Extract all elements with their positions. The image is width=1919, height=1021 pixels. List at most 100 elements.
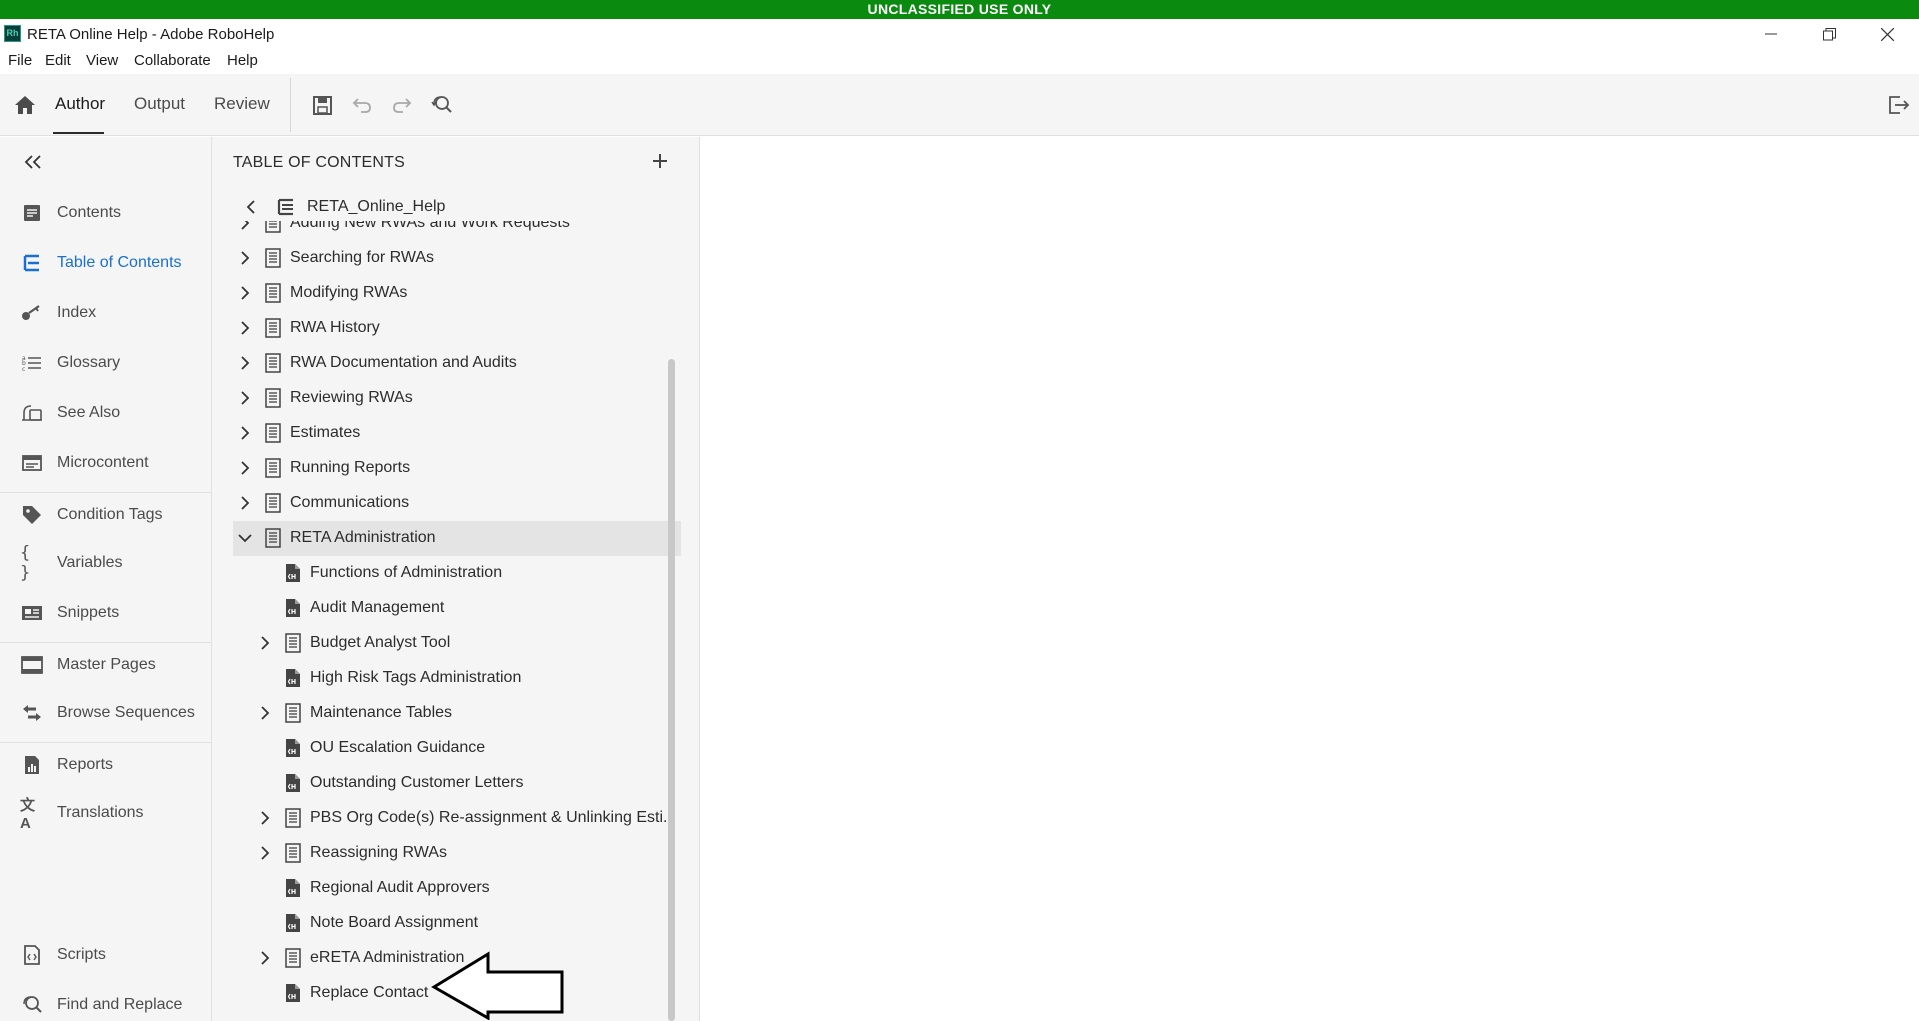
toc-root-label: RETA_Online_Help xyxy=(307,198,446,215)
nav-label: See Also xyxy=(57,404,121,421)
nav-divider xyxy=(0,492,211,493)
book-icon xyxy=(284,808,302,828)
toc-item-label: Replace Contact xyxy=(310,984,429,1001)
menu-collaborate[interactable]: Collaborate xyxy=(134,52,211,69)
exit-button[interactable] xyxy=(1886,92,1912,118)
chevron-right-icon[interactable] xyxy=(237,249,253,267)
nav-translations[interactable]: 文A Translations xyxy=(0,795,211,832)
toc-item[interactable]: Regional Audit Approvers xyxy=(233,871,681,906)
toc-item[interactable]: Running Reports xyxy=(233,451,681,486)
tab-author[interactable]: Author xyxy=(55,94,105,114)
nav-find-and-replace[interactable]: Find and Replace xyxy=(0,987,211,1021)
chevron-right-icon[interactable] xyxy=(237,424,253,442)
collapse-panel-button[interactable] xyxy=(20,150,46,174)
chevron-right-icon[interactable] xyxy=(237,354,253,372)
toc-item[interactable]: Budget Analyst Tool xyxy=(233,626,681,661)
toc-item[interactable]: PBS Org Code(s) Re-assignment & Unlinkin… xyxy=(233,801,681,836)
restore-button[interactable] xyxy=(1800,19,1858,49)
toc-item[interactable]: High Risk Tags Administration xyxy=(233,661,681,696)
microcontent-icon xyxy=(20,453,44,473)
translate-icon: 文A xyxy=(20,797,36,832)
toc-item[interactable]: Modifying RWAs xyxy=(233,276,681,311)
chevron-right-icon[interactable] xyxy=(257,704,273,722)
menu-file[interactable]: File xyxy=(8,52,32,69)
nav-scripts[interactable]: Scripts xyxy=(0,937,211,973)
toc-root-row[interactable]: RETA_Online_Help xyxy=(233,193,663,221)
nav-label: Master Pages xyxy=(57,656,156,673)
toc-item[interactable]: Audit Management xyxy=(233,591,681,626)
book-icon xyxy=(264,248,282,268)
toc-item-label: High Risk Tags Administration xyxy=(310,669,522,686)
toc-item[interactable]: Reviewing RWAs xyxy=(233,381,681,416)
nav-microcontent[interactable]: Microcontent xyxy=(0,445,211,481)
nav-label: Table of Contents xyxy=(57,254,182,271)
find-replace-button[interactable] xyxy=(429,92,455,118)
robohelp-app-icon: Rh xyxy=(4,25,21,42)
redo-button[interactable] xyxy=(389,92,415,118)
nav-see-also[interactable]: See Also xyxy=(0,395,211,431)
nav-variables[interactable]: { } Variables xyxy=(0,543,211,583)
undo-button[interactable] xyxy=(349,92,375,118)
menu-edit[interactable]: Edit xyxy=(45,52,71,69)
toc-item[interactable]: RETA Administration xyxy=(233,521,681,556)
nav-label: Browse Sequences xyxy=(57,704,195,721)
nav-index[interactable]: Index xyxy=(0,295,211,331)
topic-icon xyxy=(284,563,302,583)
toc-item[interactable]: Adding New RWAs and Work Requests xyxy=(233,221,681,241)
menu-view[interactable]: View xyxy=(86,52,118,69)
toc-item-label: Audit Management xyxy=(310,599,445,616)
nav-table-of-contents[interactable]: Table of Contents xyxy=(0,245,211,281)
toc-item[interactable]: Functions of Administration xyxy=(233,556,681,591)
nav-reports[interactable]: Reports xyxy=(0,747,211,783)
chevron-right-icon[interactable] xyxy=(257,949,273,967)
toc-item[interactable]: OU Escalation Guidance xyxy=(233,731,681,766)
chevron-right-icon[interactable] xyxy=(237,221,253,232)
chevron-right-icon[interactable] xyxy=(237,494,253,512)
toc-item[interactable]: Communications xyxy=(233,486,681,521)
toc-item[interactable]: Note Board Assignment xyxy=(233,906,681,941)
chevron-right-icon[interactable] xyxy=(257,809,273,827)
menu-help[interactable]: Help xyxy=(227,52,258,69)
tab-output[interactable]: Output xyxy=(134,94,185,114)
nav-master-pages[interactable]: Master Pages xyxy=(0,647,211,683)
toc-item[interactable]: Estimates xyxy=(233,416,681,451)
chevron-right-icon[interactable] xyxy=(237,459,253,477)
nav-snippets[interactable]: Snippets xyxy=(0,595,211,631)
topic-icon xyxy=(284,738,302,758)
toc-item[interactable]: Reassigning RWAs xyxy=(233,836,681,871)
editor-area[interactable] xyxy=(701,137,1919,1021)
nav-label: Translations xyxy=(57,804,144,821)
topic-icon xyxy=(284,598,302,618)
nav-contents[interactable]: Contents xyxy=(0,195,211,231)
plus-icon xyxy=(653,154,667,168)
close-icon xyxy=(1880,27,1894,41)
minimize-button[interactable] xyxy=(1742,19,1800,49)
toc-item[interactable]: Searching for RWAs xyxy=(233,241,681,276)
chevron-right-icon[interactable] xyxy=(257,634,273,652)
save-button[interactable] xyxy=(309,92,335,118)
add-toc-button[interactable] xyxy=(648,149,672,173)
tag-icon xyxy=(20,505,44,525)
home-button[interactable] xyxy=(12,92,38,118)
toc-item[interactable]: Outstanding Customer Letters xyxy=(233,766,681,801)
toc-item-label: Adding New RWAs and Work Requests xyxy=(290,221,570,231)
chevron-right-icon[interactable] xyxy=(237,284,253,302)
find-replace-icon xyxy=(20,995,44,1015)
glossary-icon: abc xyxy=(20,353,44,373)
toc-scrollbar[interactable] xyxy=(668,359,675,1021)
nav-condition-tags[interactable]: Condition Tags xyxy=(0,497,211,533)
chevron-right-icon[interactable] xyxy=(237,319,253,337)
nav-browse-sequences[interactable]: Browse Sequences xyxy=(0,695,211,731)
toc-item[interactable]: Maintenance Tables xyxy=(233,696,681,731)
toc-item[interactable]: RWA Documentation and Audits xyxy=(233,346,681,381)
chevron-right-icon[interactable] xyxy=(237,389,253,407)
close-button[interactable] xyxy=(1858,19,1916,49)
back-chevron-icon[interactable] xyxy=(246,199,256,220)
toc-item[interactable]: RWA History xyxy=(233,311,681,346)
chevron-down-icon[interactable] xyxy=(237,529,253,547)
classification-banner: UNCLASSIFIED USE ONLY xyxy=(0,0,1919,19)
nav-glossary[interactable]: abc Glossary xyxy=(0,345,211,381)
find-replace-icon xyxy=(431,96,452,113)
tab-review[interactable]: Review xyxy=(214,94,270,114)
chevron-right-icon[interactable] xyxy=(257,844,273,862)
